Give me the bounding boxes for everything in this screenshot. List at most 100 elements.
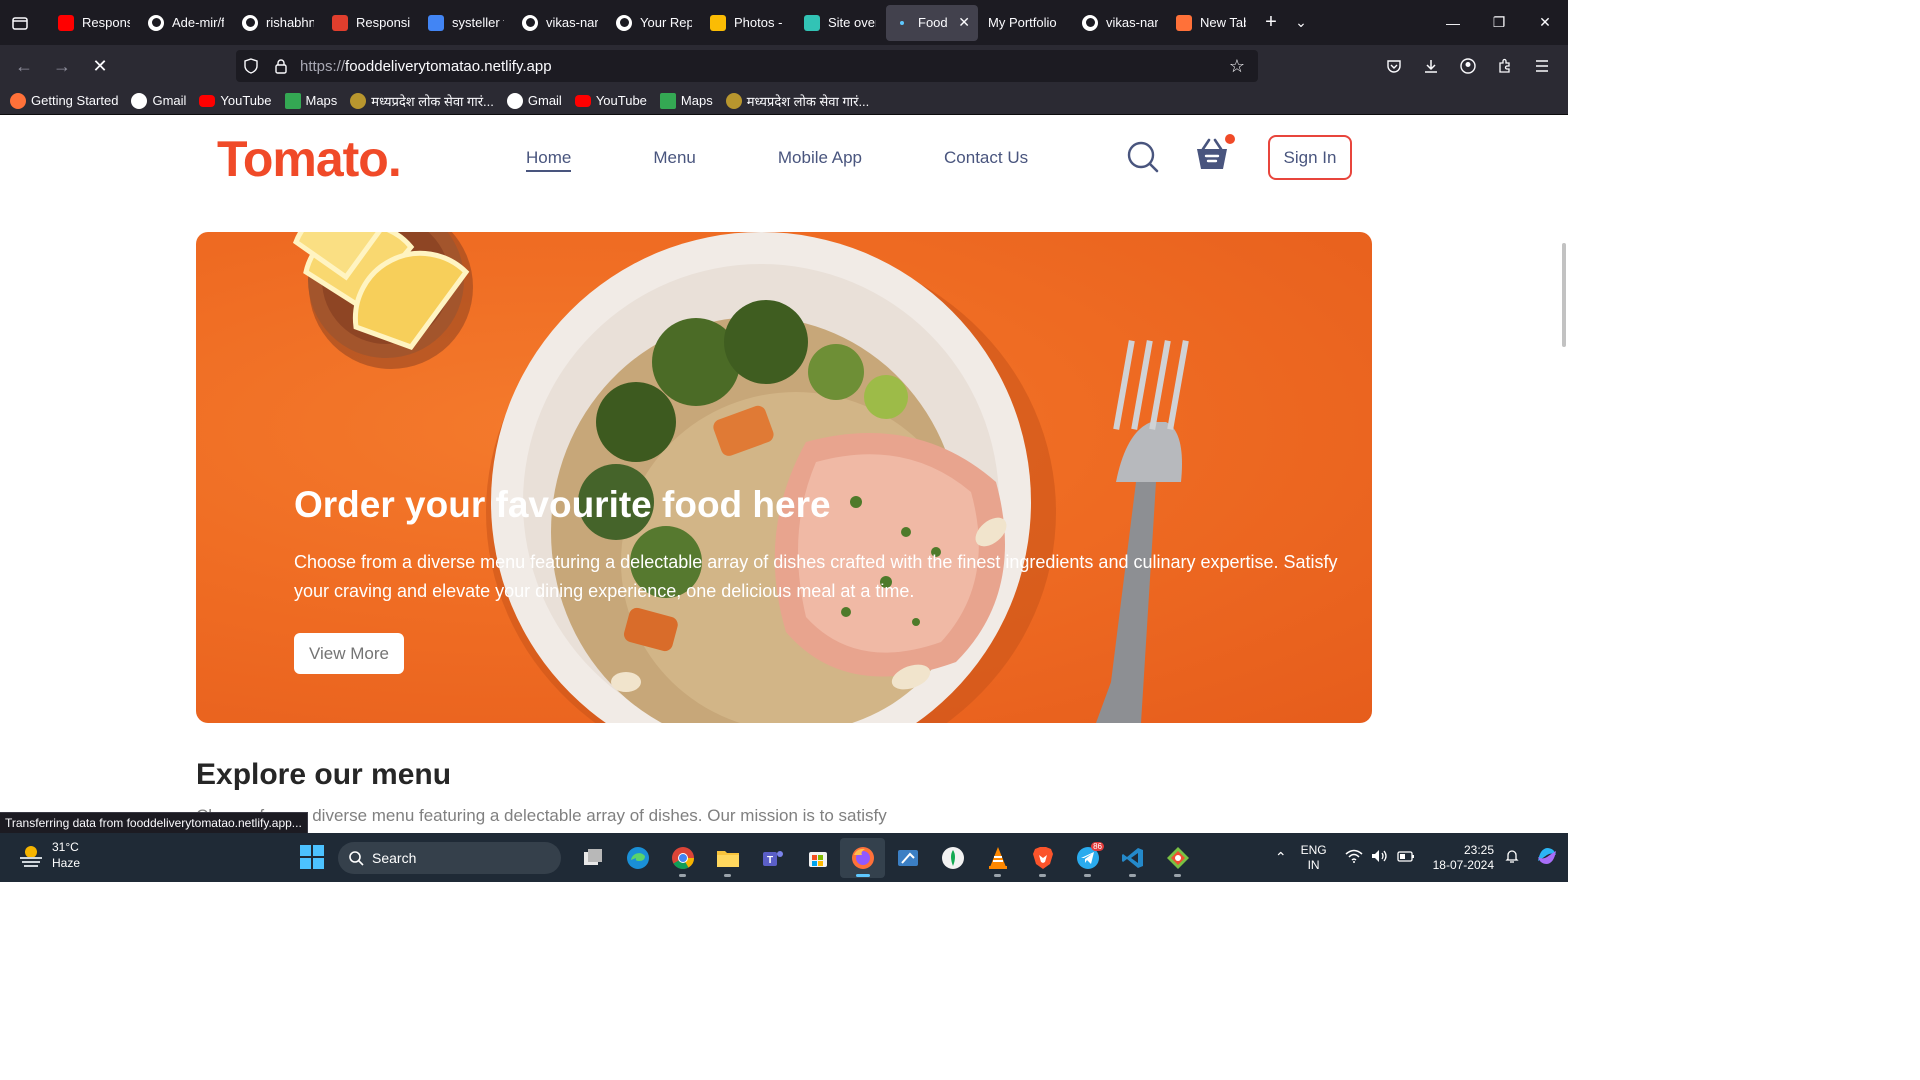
page-scrollbar[interactable]	[1562, 243, 1566, 347]
github-icon	[148, 14, 164, 31]
nav-link-menu[interactable]: Menu	[653, 148, 696, 172]
vscode-icon[interactable]	[1110, 838, 1155, 878]
github-icon	[522, 14, 538, 31]
file-explorer-icon[interactable]	[705, 838, 750, 878]
minimize-icon[interactable]: —	[1430, 0, 1476, 45]
basket-icon[interactable]	[1194, 134, 1235, 178]
hero-title: Order your favourite food here	[294, 484, 831, 525]
browser-tab[interactable]: Responsiv	[324, 5, 418, 41]
bookmark-item[interactable]: मध्यप्रदेश लोक सेवा गारं...	[350, 92, 494, 110]
back-arrow-icon[interactable]: ←	[6, 50, 42, 82]
browser-tab[interactable]: Responsiv	[50, 5, 138, 41]
browser-tab[interactable]: vikas-narv	[514, 5, 606, 41]
windows-start-icon[interactable]	[300, 845, 324, 874]
browser-tab[interactable]: My Portfolio	[980, 5, 1072, 41]
battery-icon[interactable]	[1396, 849, 1415, 866]
browser-tab[interactable]: systeller t	[420, 5, 512, 41]
bookmark-label: मध्यप्रदेश लोक सेवा गारं...	[371, 93, 494, 109]
bookmark-item[interactable]: मध्यप्रदेश लोक सेवा गारं...	[725, 92, 870, 110]
browser-tab-label: Responsiv	[82, 15, 130, 30]
git-tool-icon[interactable]	[1155, 838, 1200, 878]
browser-tab[interactable]: vikas-narv	[1074, 5, 1166, 41]
bookmark-item[interactable]: Gmail	[131, 92, 187, 109]
clock[interactable]: 23:25 18-07-2024	[1433, 843, 1494, 873]
browser-tab[interactable]: Food D ✕	[886, 4, 978, 41]
downloads-icon[interactable]	[1412, 50, 1449, 82]
bookmark-item[interactable]: Gmail	[506, 92, 562, 109]
search-icon[interactable]	[1126, 140, 1160, 179]
copilot-icon[interactable]	[1534, 843, 1560, 872]
taskbar-search-label: Search	[372, 850, 417, 866]
hero-banner: Order your favourite food here Choose fr…	[196, 232, 1372, 723]
volume-icon[interactable]	[1371, 849, 1389, 866]
explore-menu-title: Explore our menu	[196, 758, 452, 791]
stop-loading-icon[interactable]: ✕	[82, 50, 118, 82]
browser-tab-label: Photos - C	[734, 15, 786, 30]
firefox-icon[interactable]	[840, 837, 885, 878]
chrome-icon[interactable]	[660, 838, 705, 878]
shield-icon[interactable]	[236, 58, 266, 74]
firefox-icon	[10, 92, 26, 109]
browser-tab[interactable]: Site overv	[796, 5, 884, 41]
url-text[interactable]: https://fooddeliverytomatao.netlify.app	[300, 58, 1222, 75]
list-all-tabs-icon[interactable]: ⌄	[1286, 14, 1316, 31]
maps-icon	[659, 92, 676, 109]
browser-tab[interactable]: New Tab	[1168, 5, 1254, 41]
bookmark-item[interactable]: Maps	[284, 92, 337, 109]
language-indicator[interactable]: ENG IN	[1301, 843, 1327, 873]
pocket-icon[interactable]	[1375, 50, 1412, 82]
status-bar: Transferring data from fooddeliverytomat…	[0, 812, 308, 833]
clock-time: 23:25	[1463, 842, 1494, 857]
browser-tab-strip: Responsiv Ade-mir/f rishabhnn Responsiv syst…	[0, 0, 1568, 45]
bookmark-label: मध्यप्रदेश लोक सेवा गारं...	[746, 93, 870, 109]
sign-in-button[interactable]: Sign In	[1268, 135, 1352, 180]
bookmark-item[interactable]: Getting Started	[10, 92, 118, 109]
browser-tab[interactable]: rishabhnn	[234, 5, 322, 41]
browser-tab[interactable]: Ade-mir/f	[140, 5, 232, 41]
nav-link-contact-us[interactable]: Contact Us	[944, 148, 1028, 172]
wifi-icon[interactable]	[1345, 849, 1363, 866]
nav-link-home[interactable]: Home	[526, 148, 572, 172]
view-more-button[interactable]: View More	[294, 633, 404, 674]
bookmark-label: Maps	[680, 93, 713, 108]
account-icon[interactable]	[1449, 50, 1486, 82]
extensions-icon[interactable]	[1486, 50, 1523, 82]
forward-arrow-icon[interactable]: →	[44, 50, 80, 82]
browser-tab-label: vikas-narv	[1106, 15, 1158, 30]
snipping-tool-icon[interactable]	[885, 838, 930, 878]
browser-tab[interactable]: Photos - C	[702, 5, 794, 41]
weather-widget[interactable]: 31°C Haze	[18, 839, 80, 871]
youtube-icon	[58, 14, 74, 31]
task-view-icon[interactable]	[570, 838, 615, 878]
bookmark-item[interactable]: YouTube	[574, 93, 647, 108]
brave-icon[interactable]	[1020, 838, 1065, 878]
bookmark-label: Gmail	[152, 93, 187, 108]
nav-link-mobile-app[interactable]: Mobile App	[778, 148, 862, 172]
bookmark-star-icon[interactable]: ☆	[1222, 56, 1252, 77]
teams-icon[interactable]: T	[750, 838, 795, 878]
mongodb-compass-icon[interactable]	[930, 838, 975, 878]
microsoft-store-icon[interactable]	[795, 838, 840, 878]
site-logo[interactable]: Tomato.	[217, 130, 402, 188]
site-nav: Home Menu Mobile App Contact Us	[526, 148, 1110, 172]
tab-overview-icon[interactable]	[0, 0, 40, 45]
clock-date: 18-07-2024	[1432, 857, 1494, 872]
browser-tab-label: New Tab	[1200, 15, 1246, 30]
close-tab-icon[interactable]: ✕	[958, 14, 970, 31]
web-page: Tomato. Home Menu Mobile App Contact Us Sig…	[0, 115, 1568, 832]
edge-icon[interactable]	[615, 838, 660, 878]
notification-bell-icon[interactable]	[1504, 848, 1520, 867]
vlc-icon[interactable]	[975, 838, 1020, 878]
restore-icon[interactable]: ❐	[1476, 0, 1522, 45]
telegram-icon[interactable]: 86	[1065, 838, 1110, 878]
bookmark-item[interactable]: Maps	[659, 92, 713, 109]
taskbar-search-box[interactable]: Search	[338, 842, 561, 874]
show-hidden-icons-chevron[interactable]: ⌃	[1275, 849, 1287, 866]
browser-tab[interactable]: Your Repo	[608, 5, 700, 41]
new-tab-button[interactable]: +	[1256, 11, 1286, 34]
lock-icon[interactable]	[266, 58, 296, 74]
close-window-icon[interactable]: ✕	[1522, 0, 1568, 45]
bookmark-item[interactable]: YouTube	[199, 93, 272, 108]
app-menu-icon[interactable]	[1523, 50, 1560, 82]
address-bar[interactable]: https://fooddeliverytomatao.netlify.app …	[236, 50, 1258, 82]
